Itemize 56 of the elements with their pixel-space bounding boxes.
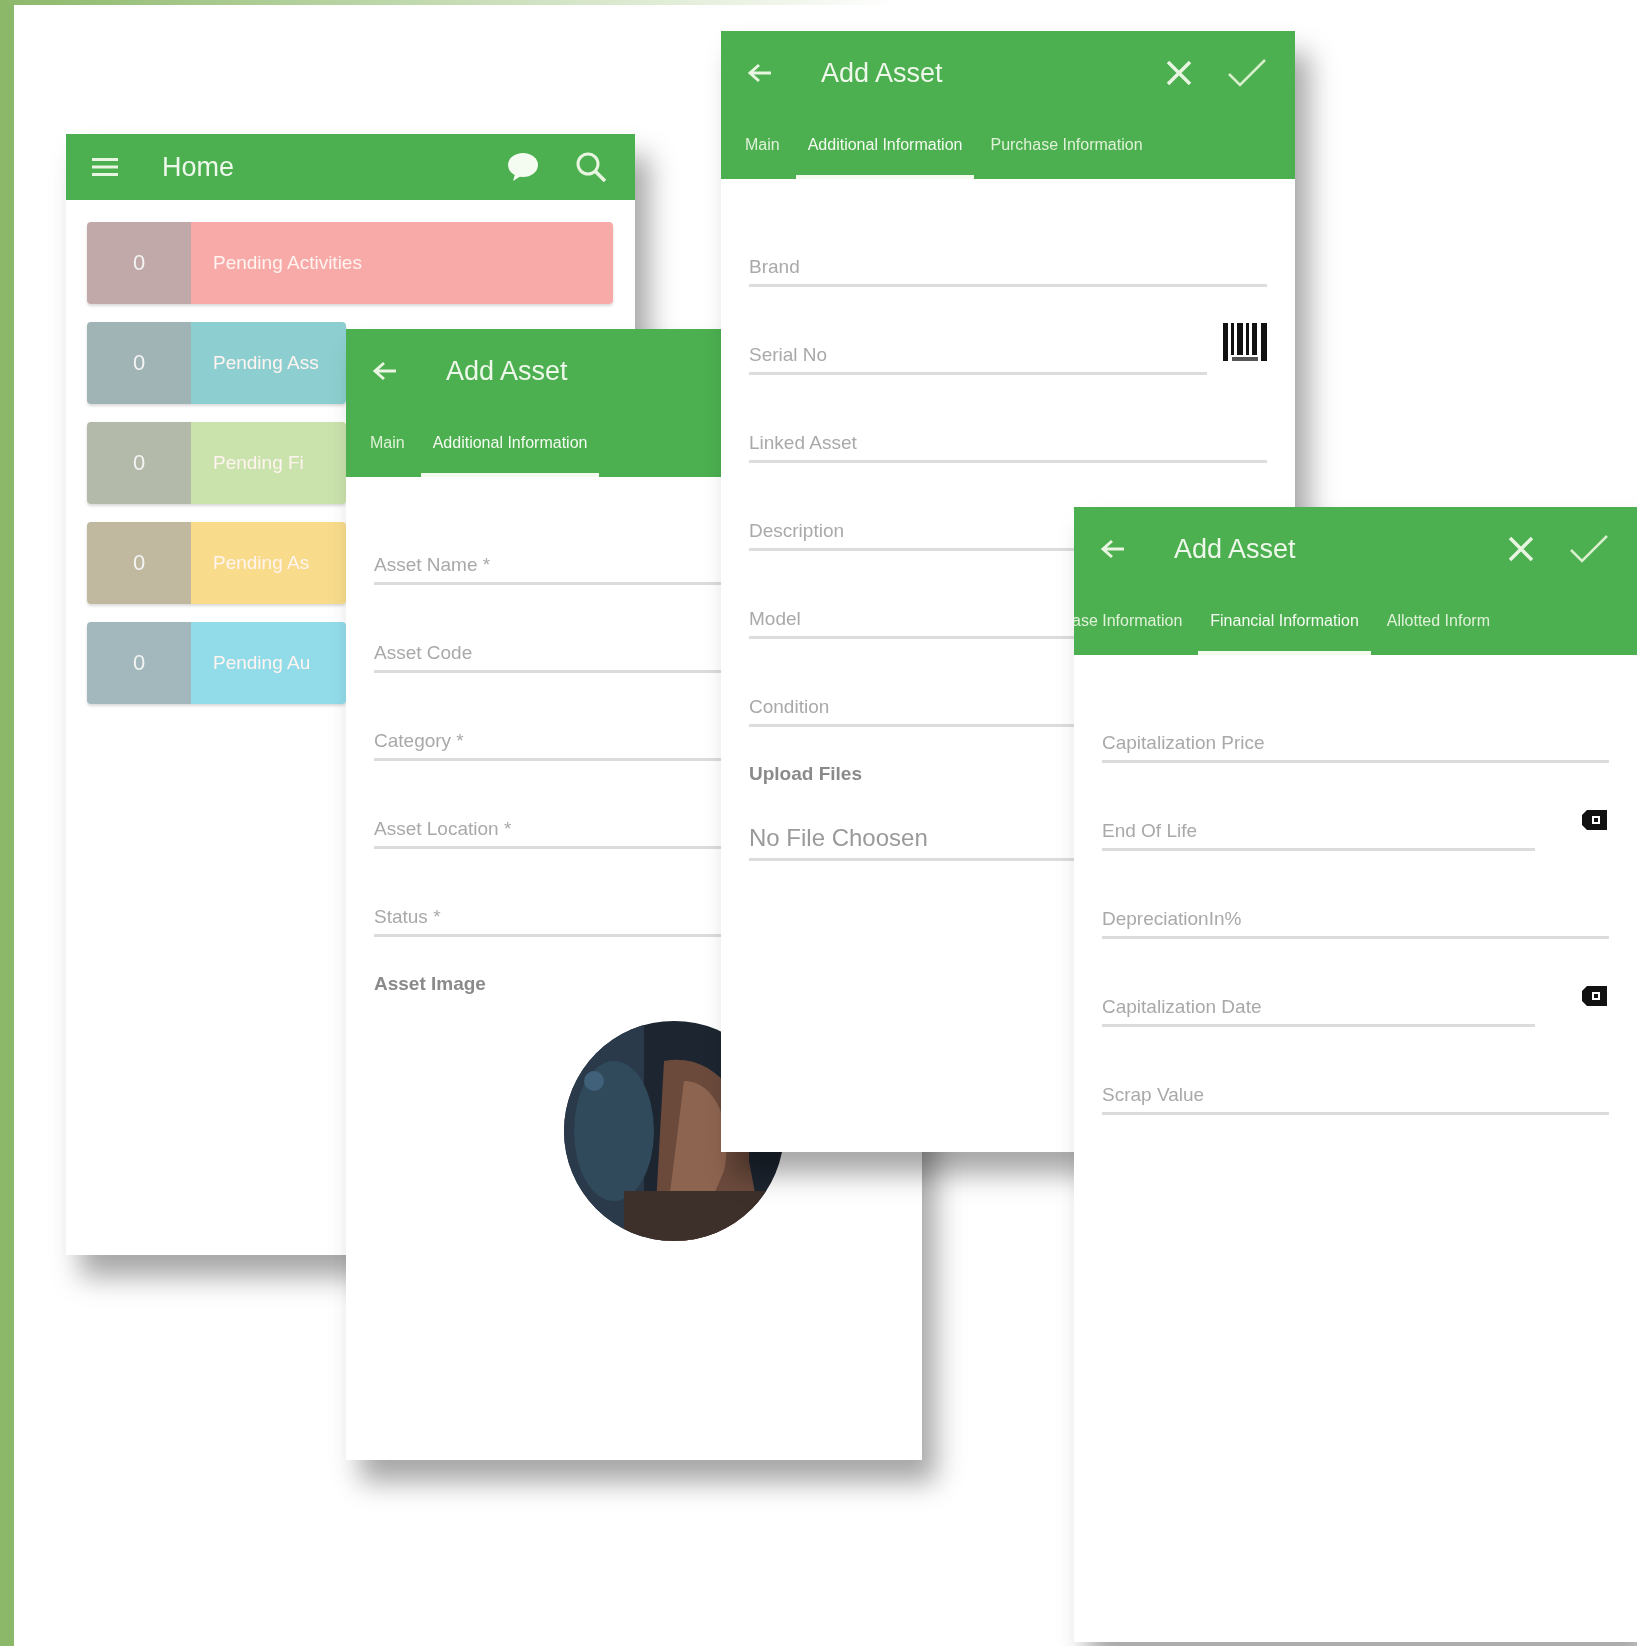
card-label: Pending As <box>191 522 346 604</box>
tab[interactable]: Financial Information <box>1198 591 1371 655</box>
tab[interactable]: Main <box>733 115 792 179</box>
tab[interactable]: Purchase Information <box>978 115 1155 179</box>
input-field[interactable]: DepreciationIn% <box>1102 904 1609 939</box>
input-field[interactable]: Asset Code <box>374 638 721 673</box>
pending-card[interactable]: 0 Pending Activities <box>87 222 613 304</box>
section-label: Upload Files <box>749 763 863 785</box>
input-field[interactable]: Brand <box>749 252 1267 287</box>
input-field[interactable]: Asset Name * <box>374 550 721 585</box>
close-icon[interactable] <box>1507 535 1535 563</box>
section-label: Asset Image <box>374 973 487 995</box>
date-field[interactable]: End Of Life <box>1102 816 1535 851</box>
count-badge: 0 <box>87 622 191 704</box>
card-label: Pending Au <box>191 622 346 704</box>
input-field[interactable]: Status * <box>374 902 721 937</box>
date-field[interactable]: Capitalization Date <box>1102 992 1535 1027</box>
count-badge: 0 <box>87 322 191 404</box>
tab[interactable]: Allotted Inform <box>1374 591 1502 655</box>
screen-title: Add Asset <box>1174 533 1296 565</box>
back-icon[interactable] <box>372 360 398 382</box>
input-field[interactable]: Category * <box>374 726 721 761</box>
card-label: Pending Fi <box>191 422 346 504</box>
back-icon[interactable] <box>1100 538 1126 560</box>
search-icon[interactable] <box>575 151 607 183</box>
file-field[interactable]: No File Choosen <box>749 820 1074 861</box>
input-field[interactable]: Model <box>749 604 1074 639</box>
back-icon[interactable] <box>747 62 773 84</box>
input-field[interactable]: Scrap Value <box>1102 1080 1609 1115</box>
input-field[interactable]: Description <box>749 516 1074 551</box>
tab[interactable]: Main <box>358 413 417 477</box>
check-icon[interactable] <box>1569 534 1609 564</box>
close-icon[interactable] <box>1165 59 1193 87</box>
barcode-icon[interactable] <box>1223 323 1267 361</box>
pending-card[interactable]: 0 Pending Ass <box>87 322 346 404</box>
count-badge: 0 <box>87 222 191 304</box>
screen-title: Home <box>162 151 235 183</box>
input-field[interactable]: Serial No <box>749 340 1207 375</box>
input-field[interactable]: Linked Asset <box>749 428 1267 463</box>
menu-icon[interactable] <box>92 156 118 178</box>
pending-card[interactable]: 0 Pending Au <box>87 622 346 704</box>
card-label: Pending Activities <box>191 222 613 304</box>
tab[interactable]: Additional Information <box>795 115 975 179</box>
input-field[interactable]: Asset Location * <box>374 814 721 849</box>
chat-icon[interactable] <box>507 152 539 182</box>
pending-card[interactable]: 0 Pending Fi <box>87 422 346 504</box>
input-field[interactable]: Condition <box>749 692 1074 727</box>
card-label: Pending Ass <box>191 322 346 404</box>
input-field[interactable]: Capitalization Price <box>1102 728 1609 763</box>
check-icon[interactable] <box>1227 58 1267 88</box>
pending-card[interactable]: 0 Pending As <box>87 522 346 604</box>
tab[interactable]: Additional Information <box>420 413 600 477</box>
count-badge: 0 <box>87 422 191 504</box>
screen-title: Add Asset <box>821 57 943 89</box>
count-badge: 0 <box>87 522 191 604</box>
screen-title: Add Asset <box>446 355 568 387</box>
